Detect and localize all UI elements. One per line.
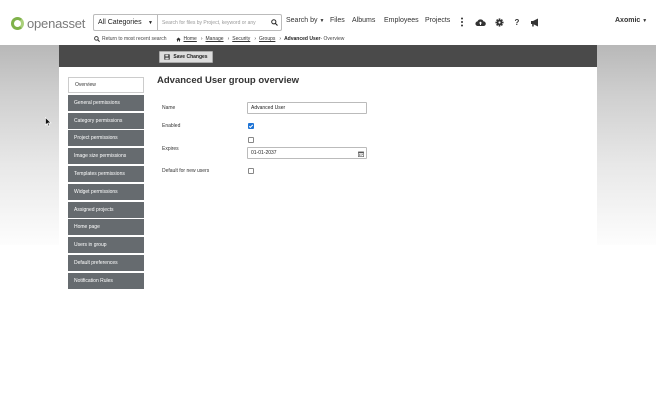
- sidebar-item-widget-permissions[interactable]: Widget permissions: [68, 183, 144, 200]
- floppy-disk-icon: [164, 54, 171, 60]
- nav-employees[interactable]: Employees: [384, 17, 419, 24]
- cloud-upload-icon: [474, 18, 486, 26]
- home-icon: [176, 37, 182, 41]
- default-for-new-users-label: Default for new users: [162, 168, 210, 174]
- category-select[interactable]: All Categories ▼: [94, 15, 158, 30]
- sidebar-item-default-preferences[interactable]: Default preferences: [68, 254, 144, 271]
- expires-checkbox[interactable]: [248, 137, 254, 143]
- help-button[interactable]: ?: [511, 16, 523, 28]
- sidebar-item-overview[interactable]: Overview: [68, 77, 144, 93]
- megaphone-icon: [531, 18, 538, 26]
- upload-button[interactable]: [474, 16, 486, 28]
- sidebar-item-templates-permissions[interactable]: Templates permissions: [68, 165, 144, 182]
- search-icon: [94, 36, 100, 42]
- sidebar-item-image-size-permissions[interactable]: Image size permissions: [68, 148, 144, 165]
- group-name-input[interactable]: [247, 102, 367, 114]
- caret-down-icon: ▼: [148, 19, 153, 26]
- announcements-button[interactable]: [529, 16, 541, 28]
- page-title: Advanced User group overview: [157, 75, 300, 86]
- name-label: Name: [162, 105, 176, 111]
- breadcrumb-home[interactable]: Home: [183, 36, 196, 42]
- breadcrumb-manage[interactable]: Manage: [206, 36, 224, 42]
- sidebar-item-notification-rules[interactable]: Notification Rules: [68, 272, 144, 289]
- sidebar-item-general-permissions[interactable]: General permissions: [68, 94, 144, 111]
- enabled-label: Enabled: [162, 123, 181, 129]
- search-button[interactable]: [267, 15, 281, 30]
- logo-mark-icon: [11, 16, 24, 30]
- breadcrumb-security[interactable]: Security: [232, 36, 250, 42]
- mouse-pointer-icon: [45, 117, 52, 127]
- search-icon: [270, 19, 278, 26]
- user-name: Axomic: [615, 17, 641, 24]
- category-select-value: All Categories: [98, 19, 142, 26]
- expires-label: Expires: [162, 146, 179, 152]
- chevron-right-icon: ›: [227, 36, 230, 42]
- chevron-right-icon: ›: [200, 36, 203, 42]
- search-group: All Categories ▼: [93, 14, 282, 31]
- caret-down-icon: ▼: [642, 18, 648, 24]
- gear-icon: [494, 17, 504, 27]
- user-menu[interactable]: Axomic ▼: [615, 17, 647, 24]
- breadcrumb-current: Advanced User: [284, 36, 321, 42]
- app-logo[interactable]: openasset: [11, 15, 85, 31]
- search-input[interactable]: [158, 15, 267, 30]
- more-button[interactable]: [456, 16, 468, 28]
- sidebar-item-users-in-group[interactable]: Users in group: [68, 237, 144, 254]
- save-changes-button[interactable]: Save Changes: [159, 51, 213, 63]
- more-vertical-icon: [461, 17, 463, 27]
- chevron-right-icon: ›: [279, 36, 282, 42]
- return-to-search-link[interactable]: Return to most recent search: [102, 36, 166, 42]
- sidebar-item-home-page[interactable]: Home page: [68, 219, 144, 236]
- breadcrumb-groups[interactable]: Groups: [259, 36, 275, 42]
- sidebar-item-assigned-projects[interactable]: Assigned projects: [68, 201, 144, 218]
- nav-albums[interactable]: Albums: [352, 17, 375, 24]
- logo-text: openasset: [27, 15, 86, 31]
- top-bar: openasset All Categories ▼ Search by ▼ F…: [0, 0, 656, 45]
- save-changes-label: Save Changes: [173, 54, 208, 60]
- caret-down-icon: ▼: [319, 18, 325, 24]
- expires-date-input[interactable]: [247, 147, 367, 159]
- nav-projects[interactable]: Projects: [425, 17, 450, 24]
- breadcrumb: Return to most recent search Home › Mana…: [94, 35, 344, 43]
- chevron-right-icon: ›: [254, 36, 256, 42]
- search-by-label: Search by: [286, 17, 318, 24]
- enabled-checkbox[interactable]: [248, 123, 254, 129]
- settings-button[interactable]: [493, 16, 505, 28]
- group-settings-sidebar: Overview General permissions Category pe…: [68, 77, 144, 291]
- breadcrumb-current-suffix: - Overview: [320, 36, 345, 42]
- default-for-new-users-checkbox[interactable]: [248, 168, 254, 174]
- nav-files[interactable]: Files: [330, 17, 345, 24]
- sidebar-item-category-permissions[interactable]: Category permissions: [68, 112, 144, 129]
- action-toolbar: [59, 45, 597, 67]
- search-by-menu[interactable]: Search by ▼: [286, 17, 324, 24]
- calendar-icon[interactable]: [358, 151, 364, 157]
- sidebar-item-project-permissions[interactable]: Project permissions: [68, 130, 144, 147]
- question-icon: ?: [514, 17, 520, 27]
